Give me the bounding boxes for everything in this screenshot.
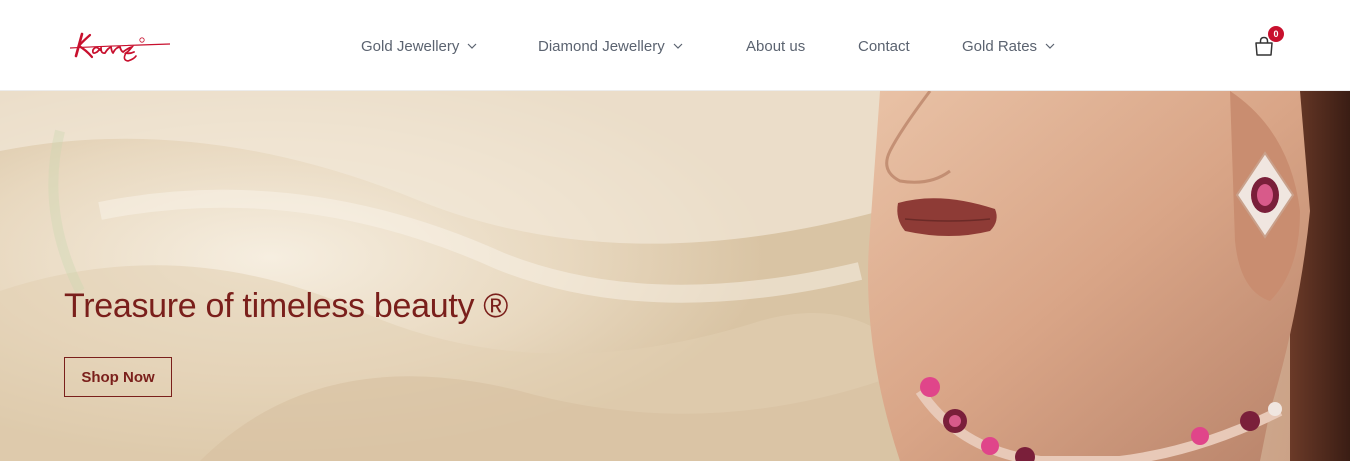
shop-now-button[interactable]: Shop Now	[64, 357, 172, 397]
nav-item-about-us[interactable]: About us	[746, 36, 805, 56]
nav-item-diamond-jewellery[interactable]: Diamond Jewellery	[538, 36, 683, 56]
nav-item-gold-jewellery[interactable]: Gold Jewellery	[361, 36, 477, 56]
site-header: Gold Jewellery Diamond Jewellery About u…	[0, 0, 1350, 91]
cart-count-badge: 0	[1268, 26, 1284, 42]
chevron-down-icon	[467, 41, 477, 51]
nav-item-label: About us	[746, 37, 806, 55]
nav-item-label: Gold Rates	[962, 37, 1038, 55]
nav-item-label: Gold Jewellery	[361, 37, 460, 55]
hero-title: Treasure of timeless beauty ®	[64, 287, 509, 325]
nav-item-label: Diamond Jewellery	[538, 37, 665, 55]
main-nav: Gold Jewellery Diamond Jewellery About u…	[0, 0, 1350, 91]
nav-item-gold-rates[interactable]: Gold Rates	[962, 36, 1055, 56]
chevron-down-icon	[1045, 41, 1055, 51]
hero-banner: Treasure of timeless beauty ® Shop Now	[0, 91, 1350, 461]
nav-item-contact[interactable]: Contact	[858, 36, 910, 56]
hero-model-image	[0, 91, 1350, 461]
chevron-down-icon	[673, 41, 683, 51]
nav-item-label: Contact	[858, 37, 910, 55]
